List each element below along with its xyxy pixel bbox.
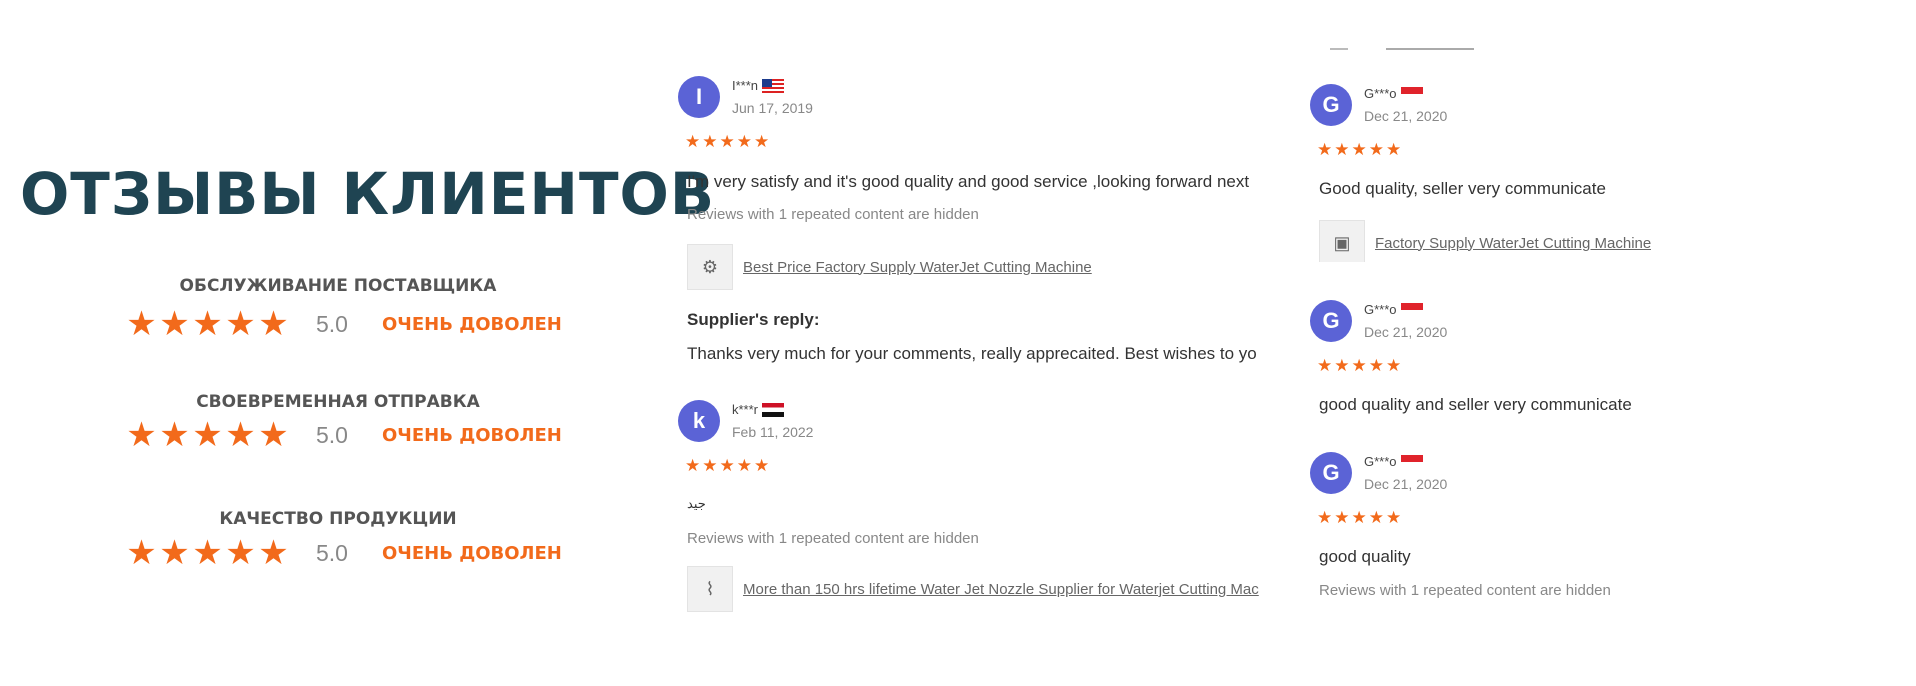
star-icon: ★ [192, 534, 223, 572]
reviewer-name: I***n [732, 78, 785, 93]
rating-label-shipping: СВОЕВРЕМЕННАЯ ОТПРАВКА [196, 392, 480, 412]
review-text: good quality and seller very communicate [1319, 395, 1632, 414]
reviewer-name: G***o [1364, 302, 1423, 317]
review-card: G G***o Dec 21, 2020 ★★★★★ Good quality,… [1308, 82, 1668, 262]
rating-row-service: ★ ★ ★ ★ ★ 5.0 ОЧЕНЬ ДОВОЛЕН [125, 307, 562, 341]
hidden-reviews-note[interactable]: Reviews with 1 repeated content are hidd… [687, 530, 979, 547]
supplier-reply-text: Thanks very much for your comments, real… [687, 344, 1257, 363]
avatar: G [1310, 300, 1352, 342]
flag-icon [1400, 302, 1423, 317]
star-icon: ★ [192, 416, 223, 454]
rating-row-quality: ★ ★ ★ ★ ★ 5.0 ОЧЕНЬ ДОВОЛЕН [125, 536, 562, 570]
review-date: Dec 21, 2020 [1364, 324, 1448, 340]
flag-icon [1400, 454, 1423, 469]
review-card: G G***o Dec 21, 2020 ★★★★★ good quality … [1308, 450, 1668, 610]
reviewer-name: k***r [732, 402, 785, 417]
avatar: I [678, 76, 720, 118]
product-link-row[interactable]: ⚙ Best Price Factory Supply WaterJet Cut… [687, 244, 1092, 290]
reviewer-name: G***o [1364, 454, 1423, 469]
avatar: k [678, 400, 720, 442]
star-icon: ★ [225, 416, 256, 454]
divider [1386, 48, 1474, 50]
review-text: I'm very satisfy and it's good quality a… [687, 172, 1250, 191]
divider [1330, 48, 1348, 50]
star-icon: ★ [126, 534, 157, 572]
star-icon: ★ [258, 305, 289, 343]
rating-score: 5.0 [316, 310, 348, 337]
rating-score: 5.0 [316, 421, 348, 448]
review-text: جيد [687, 496, 706, 511]
review-stars: ★★★★★ [685, 456, 772, 475]
review-card: I I***n Jun 17, 2019 ★★★★★ I'm very sati… [676, 74, 1281, 364]
reviewer-name: G***o [1364, 86, 1423, 101]
review-card: G G***o Dec 21, 2020 ★★★★★ good quality … [1308, 298, 1668, 418]
flag-icon [762, 78, 785, 93]
review-stars: ★★★★★ [1317, 140, 1404, 159]
hidden-reviews-note[interactable]: Reviews with 1 repeated content are hidd… [687, 206, 979, 223]
review-text: good quality [1319, 547, 1411, 566]
review-text: Good quality, seller very communicate [1319, 179, 1606, 198]
rating-row-shipping: ★ ★ ★ ★ ★ 5.0 ОЧЕНЬ ДОВОЛЕН [125, 418, 562, 452]
avatar: G [1310, 452, 1352, 494]
review-date: Feb 11, 2022 [732, 424, 814, 440]
product-thumbnail: ⌇ [687, 566, 733, 612]
hidden-reviews-note[interactable]: Reviews with 1 repeated content are hidd… [1319, 582, 1611, 599]
star-icon: ★ [126, 416, 157, 454]
star-icon: ★ [159, 534, 190, 572]
star-icon: ★ [225, 534, 256, 572]
star-icon: ★ [258, 416, 289, 454]
review-card: k k***r Feb 11, 2022 ★★★★★ جيد Reviews w… [676, 398, 1281, 614]
product-link[interactable]: Best Price Factory Supply WaterJet Cutti… [743, 259, 1092, 276]
star-icon: ★ [258, 534, 289, 572]
product-link[interactable]: Factory Supply WaterJet Cutting Machine [1375, 235, 1651, 252]
review-stars: ★★★★★ [1317, 508, 1404, 527]
review-date: Jun 17, 2019 [732, 100, 813, 116]
star-icon: ★ [192, 305, 223, 343]
supplier-reply-title: Supplier's reply: [687, 310, 820, 329]
star-icon: ★ [159, 305, 190, 343]
rating-verdict: ОЧЕНЬ ДОВОЛЕН [382, 424, 562, 446]
flag-icon [762, 402, 785, 417]
review-stars: ★★★★★ [685, 132, 772, 151]
product-link[interactable]: More than 150 hrs lifetime Water Jet Noz… [743, 581, 1259, 598]
rating-label-quality: КАЧЕСТВО ПРОДУКЦИИ [219, 509, 457, 529]
rating-label-service: ОБСЛУЖИВАНИЕ ПОСТАВЩИКА [179, 276, 497, 296]
product-link-row[interactable]: ▣ Factory Supply WaterJet Cutting Machin… [1319, 220, 1668, 262]
page-title: ОТЗЫВЫ КЛИЕНТОВ [20, 160, 716, 228]
star-icon: ★ [159, 416, 190, 454]
review-date: Dec 21, 2020 [1364, 108, 1448, 124]
product-thumbnail: ▣ [1319, 220, 1365, 262]
review-stars: ★★★★★ [1317, 356, 1404, 375]
avatar: G [1310, 84, 1352, 126]
product-thumbnail: ⚙ [687, 244, 733, 290]
star-icon: ★ [225, 305, 256, 343]
product-link-row[interactable]: ⌇ More than 150 hrs lifetime Water Jet N… [687, 566, 1279, 612]
rating-score: 5.0 [316, 539, 348, 566]
star-icon: ★ [126, 305, 157, 343]
review-date: Dec 21, 2020 [1364, 476, 1448, 492]
rating-verdict: ОЧЕНЬ ДОВОЛЕН [382, 542, 562, 564]
flag-icon [1400, 86, 1423, 101]
rating-verdict: ОЧЕНЬ ДОВОЛЕН [382, 313, 562, 335]
